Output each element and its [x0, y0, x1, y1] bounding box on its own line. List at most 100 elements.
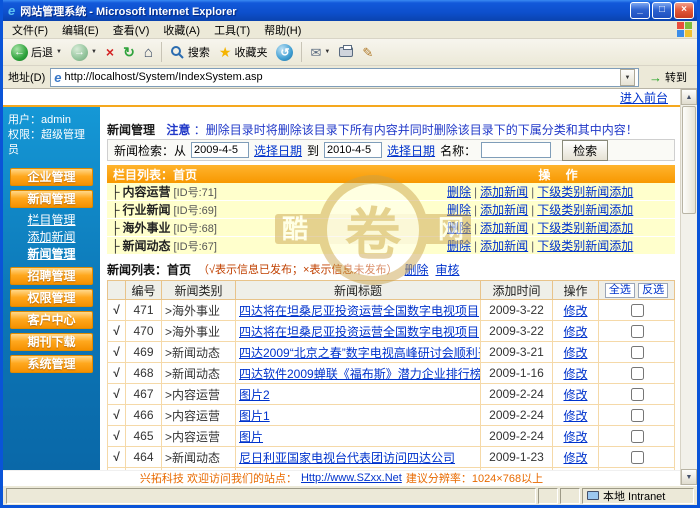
batch-review-link[interactable]: 审核: [436, 261, 460, 277]
published-mark: √: [107, 362, 126, 384]
batch-delete-link[interactable]: 删除: [404, 261, 428, 277]
home-button[interactable]: ⌂: [141, 43, 156, 62]
pick-date-from-link[interactable]: 选择日期: [254, 142, 302, 159]
add-subcategory-news-link[interactable]: 下级类别新闻添加: [537, 185, 633, 199]
news-category: >海外事业: [161, 320, 236, 342]
sidebar-item-system[interactable]: 系统管理: [10, 355, 93, 373]
enter-frontend-link[interactable]: 进入前台: [620, 89, 668, 106]
stop-button[interactable]: ×: [103, 43, 117, 61]
row-select-checkbox[interactable]: [630, 408, 644, 422]
news-title-link[interactable]: 四达将在坦桑尼亚投资运营全国数字电视项目: [239, 304, 479, 318]
news-row: √ 465 >内容运营 图片 2009-2-24 修改: [107, 425, 675, 447]
add-subcategory-news-link[interactable]: 下级类别新闻添加: [537, 239, 633, 253]
row-select-checkbox[interactable]: [630, 366, 644, 380]
add-subcategory-news-link[interactable]: 下级类别新闻添加: [537, 221, 633, 235]
pick-date-to-link[interactable]: 选择日期: [387, 142, 435, 159]
scrollbar-track[interactable]: [681, 215, 697, 469]
sidebar-item-company[interactable]: 企业管理: [10, 168, 93, 186]
name-input[interactable]: [481, 142, 552, 158]
modify-link[interactable]: 修改: [563, 325, 587, 339]
category-name: ├ 内容运营 [ID号:71]: [111, 185, 217, 199]
print-button[interactable]: [336, 45, 356, 59]
sidebar-sub-news-manage[interactable]: 新闻管理: [3, 246, 100, 263]
edit-button[interactable]: ✎: [359, 44, 376, 61]
news-title-link[interactable]: 四达软件2009蝉联《福布斯》潜力企业排行榜: [239, 367, 480, 381]
search-button[interactable]: 搜索: [167, 42, 213, 62]
back-button[interactable]: ← 后退 ▼: [8, 42, 65, 63]
modify-link[interactable]: 修改: [563, 388, 587, 402]
news-row: √ 468 >新闻动态 四达软件2009蝉联《福布斯》潜力企业排行榜 2009-…: [107, 362, 675, 384]
address-input[interactable]: e http://localhost/System/IndexSystem.as…: [50, 67, 639, 87]
modify-link[interactable]: 修改: [563, 409, 587, 423]
menu-tools[interactable]: 工具(T): [207, 21, 257, 39]
address-dropdown-button[interactable]: ▼: [620, 68, 635, 86]
sidebar-item-news[interactable]: 新闻管理: [10, 190, 93, 208]
menu-file[interactable]: 文件(F): [5, 21, 55, 39]
search-submit-button[interactable]: 检索: [562, 139, 609, 161]
category-column-header: 新闻类别: [161, 280, 236, 300]
row-select-checkbox[interactable]: [630, 429, 644, 443]
delete-category-link[interactable]: 删除: [447, 239, 471, 253]
category-name: ├ 新闻动态 [ID号:67]: [111, 239, 217, 253]
delete-category-link[interactable]: 删除: [447, 221, 471, 235]
search-icon: [170, 45, 184, 59]
sidebar-sub-category-manage[interactable]: 栏目管理: [3, 212, 100, 229]
news-search-bar: 新闻检索：从 选择日期 到 选择日期 名称： 检索: [107, 139, 675, 161]
sidebar-sub-add-news[interactable]: 添加新闻: [3, 229, 100, 246]
go-button[interactable]: → 转到: [644, 68, 692, 86]
news-title-link[interactable]: 图片: [239, 430, 263, 444]
history-button[interactable]: ↺: [273, 42, 296, 63]
page-title: 新闻管理 注意 ：删除目录时将删除该目录下所有内容并同时删除该目录下的下属分类和…: [107, 121, 675, 137]
delete-category-link[interactable]: 删除: [447, 203, 471, 217]
menu-view[interactable]: 查看(V): [106, 21, 157, 39]
menu-favorites[interactable]: 收藏(A): [156, 21, 207, 39]
mail-button[interactable]: ✉ ▼: [307, 44, 333, 61]
vertical-scrollbar[interactable]: ▲ ▼: [680, 89, 697, 485]
footer-site-link[interactable]: Http://www.SZxx.Net: [301, 472, 402, 484]
invert-selection-button[interactable]: 反选: [638, 283, 669, 298]
row-select-checkbox[interactable]: [630, 303, 644, 317]
sidebar-item-permission[interactable]: 权限管理: [10, 289, 93, 307]
news-title-link[interactable]: 四达将在坦桑尼亚投资运营全国数字电视项目: [239, 325, 479, 339]
favorites-button[interactable]: ★ 收藏夹: [216, 42, 271, 62]
news-title-link[interactable]: 图片1: [239, 409, 270, 423]
row-select-checkbox[interactable]: [630, 387, 644, 401]
news-title-link[interactable]: 四达2009“北京之春”数字电视高峰研讨会顺利召开: [239, 346, 480, 360]
add-news-link[interactable]: 添加新闻: [480, 185, 528, 199]
maximize-button[interactable]: □: [652, 2, 672, 19]
published-mark: √: [107, 467, 126, 470]
minimize-button[interactable]: _: [630, 2, 650, 19]
scroll-down-button[interactable]: ▼: [681, 469, 697, 485]
select-column-header: 全选 反选: [598, 280, 675, 300]
date-to-input[interactable]: [324, 142, 383, 158]
forward-button[interactable]: → ▼: [68, 42, 100, 63]
modify-link[interactable]: 修改: [563, 346, 587, 360]
scroll-up-button[interactable]: ▲: [681, 89, 697, 105]
add-news-link[interactable]: 添加新闻: [480, 239, 528, 253]
sidebar-item-recruit[interactable]: 招聘管理: [10, 267, 93, 285]
menu-edit[interactable]: 编辑(E): [55, 21, 106, 39]
sidebar-item-download[interactable]: 期刊下载: [10, 333, 93, 351]
news-title-link[interactable]: 图片2: [239, 388, 270, 402]
row-select-checkbox[interactable]: [630, 345, 644, 359]
delete-category-link[interactable]: 删除: [447, 185, 471, 199]
news-title-link[interactable]: 尼日利亚国家电视台代表团访问四达公司: [239, 451, 455, 465]
menu-help[interactable]: 帮助(H): [257, 21, 308, 39]
close-button[interactable]: ×: [674, 2, 694, 19]
sidebar-item-customer[interactable]: 客户中心: [10, 311, 93, 329]
row-select-checkbox[interactable]: [630, 450, 644, 464]
select-all-button[interactable]: 全选: [604, 283, 635, 298]
row-select-checkbox[interactable]: [630, 324, 644, 338]
add-news-link[interactable]: 添加新闻: [480, 221, 528, 235]
modify-link[interactable]: 修改: [563, 430, 587, 444]
modify-link[interactable]: 修改: [563, 367, 587, 381]
modify-link[interactable]: 修改: [563, 451, 587, 465]
add-subcategory-news-link[interactable]: 下级类别新闻添加: [537, 203, 633, 217]
address-url: http://localhost/System/IndexSystem.asp: [64, 71, 263, 83]
scrollbar-thumb[interactable]: [682, 106, 696, 214]
add-news-link[interactable]: 添加新闻: [480, 203, 528, 217]
modify-link[interactable]: 修改: [563, 304, 587, 318]
published-mark: √: [107, 320, 126, 342]
date-from-input[interactable]: [191, 142, 250, 158]
refresh-button[interactable]: ↻: [120, 43, 138, 61]
